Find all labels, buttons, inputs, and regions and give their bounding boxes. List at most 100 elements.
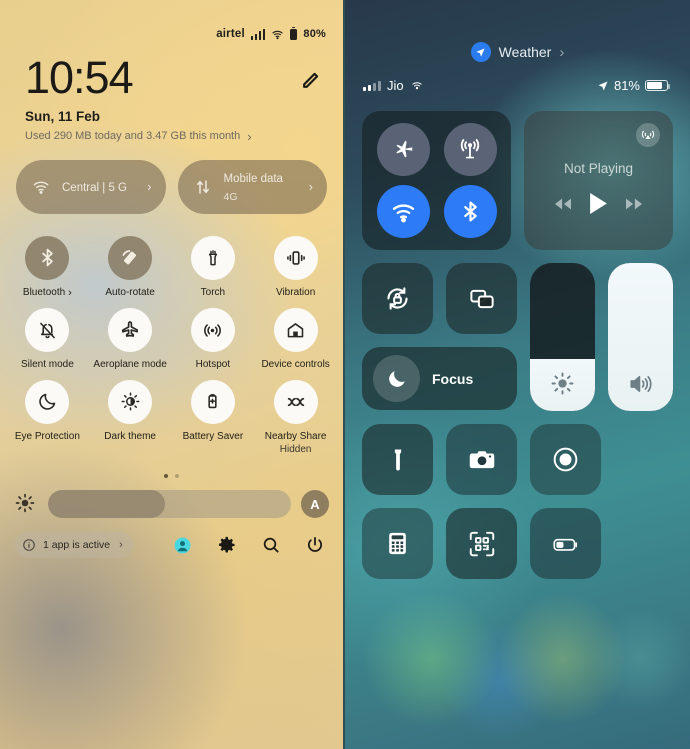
bluetooth-icon	[25, 235, 70, 280]
tile-label: Aeroplane mode	[93, 359, 167, 371]
brightness-icon	[530, 370, 595, 397]
tile-nearby-share[interactable]: Nearby Share Hidden	[254, 372, 337, 457]
data-usage-label: Used 290 MB today and 3.47 GB this month	[25, 130, 241, 143]
tile-label: Torch	[200, 286, 226, 298]
flashlight-button[interactable]	[362, 424, 433, 495]
weather-header[interactable]: Weather ›	[345, 0, 690, 62]
mobile-data-card[interactable]: Mobile data 4G ›	[177, 159, 327, 214]
wifi-icon	[411, 82, 422, 90]
middle-modules: Focus	[345, 250, 690, 411]
dark-theme-icon	[108, 379, 153, 424]
play-icon[interactable]	[589, 192, 608, 215]
tile-auto-rotate[interactable]: Auto-rotate	[89, 228, 172, 301]
auto-rotate-icon	[108, 235, 153, 280]
tile-device-controls[interactable]: Device controls	[254, 300, 337, 372]
tile-label: Vibration	[275, 286, 316, 298]
android-footer: 1 app is active ›	[0, 518, 343, 559]
android-quick-settings-panel: airtel 80% 10:54 Sun, 11 Feb Used 290 MB…	[0, 0, 345, 749]
settings-gear-icon[interactable]	[216, 535, 237, 556]
clock-row: 10:54	[0, 40, 343, 103]
rotation-lock-button[interactable]	[362, 263, 433, 334]
calculator-icon	[389, 532, 406, 555]
data-usage-row[interactable]: Used 290 MB today and 3.47 GB this month…	[0, 124, 343, 144]
power-icon[interactable]	[304, 535, 325, 556]
location-arrow-icon	[598, 81, 608, 90]
split-screenshot: airtel 80% 10:54 Sun, 11 Feb Used 290 MB…	[0, 0, 690, 749]
wifi-icon	[272, 30, 284, 39]
rotation-lock-icon	[387, 287, 408, 310]
location-arrow-icon	[470, 42, 491, 62]
qr-scanner-button[interactable]	[446, 508, 517, 579]
bell-off-icon	[25, 308, 70, 353]
date-label: Sun, 11 Feb	[25, 108, 101, 124]
low-power-mode-button[interactable]	[530, 508, 601, 579]
battery-icon	[645, 79, 671, 92]
active-apps-label: 1 app is active	[43, 539, 111, 552]
tile-sublabel: Hidden	[279, 444, 312, 456]
airplane-icon	[108, 308, 153, 353]
screen-record-button[interactable]	[530, 424, 601, 495]
airplay-icon[interactable]	[636, 123, 660, 147]
camera-icon	[469, 450, 494, 468]
tile-torch[interactable]: Torch	[172, 228, 255, 301]
vibration-icon	[273, 235, 318, 280]
wifi-connection-card[interactable]: Central | 5 G ›	[16, 159, 166, 214]
calculator-button[interactable]	[362, 508, 433, 579]
tile-row: Eye Protection Dark theme Battery Saver	[6, 372, 337, 457]
chevron-right-icon: ›	[559, 43, 565, 61]
focus-button[interactable]: Focus	[362, 347, 517, 410]
quick-setting-tiles: Bluetooth › Auto-rotate Torch Vibration …	[0, 214, 343, 457]
tile-vibration[interactable]: Vibration	[254, 228, 337, 301]
brightness-row: A	[0, 478, 343, 519]
tile-label: Device controls	[261, 359, 330, 371]
home-icon	[273, 308, 318, 353]
chevron-right-icon: ›	[308, 179, 313, 195]
cellular-data-button[interactable]	[443, 123, 497, 176]
auto-brightness-button[interactable]: A	[301, 490, 329, 519]
tile-hotspot[interactable]: Hotspot	[172, 300, 255, 372]
bottom-buttons	[345, 411, 690, 579]
fast-forward-icon[interactable]	[623, 196, 645, 212]
screen-mirroring-button[interactable]	[446, 263, 517, 334]
bluetooth-icon	[463, 201, 477, 222]
wifi-button[interactable]	[376, 185, 430, 238]
tile-silent-mode[interactable]: Silent mode	[6, 300, 89, 372]
clock-time: 10:54	[25, 52, 134, 103]
screen-record-icon	[553, 447, 578, 472]
brightness-icon	[14, 492, 38, 516]
tile-eye-protection[interactable]: Eye Protection	[6, 372, 89, 457]
user-avatar-icon[interactable]	[172, 535, 193, 556]
wifi-icon	[392, 203, 414, 222]
page-indicator	[0, 456, 343, 479]
brightness-slider[interactable]	[530, 263, 595, 411]
tile-aeroplane-mode[interactable]: Aeroplane mode	[89, 300, 172, 372]
battery-percent-label: 81%	[613, 78, 640, 93]
volume-slider[interactable]	[608, 263, 673, 411]
weather-label: Weather	[498, 44, 552, 60]
wifi-ssid-label: Central | 5 G	[62, 181, 127, 194]
ios-status-bar: Jio 81%	[345, 62, 690, 93]
tile-label: Auto-rotate	[105, 286, 155, 298]
active-apps-chip[interactable]: 1 app is active ›	[15, 532, 133, 559]
tile-dark-theme[interactable]: Dark theme	[89, 372, 172, 457]
qr-code-icon	[469, 531, 494, 556]
rewind-icon[interactable]	[552, 196, 574, 212]
ios-control-center: Weather › Jio 81% Not Playing Focus	[345, 0, 690, 749]
media-module: Not Playing	[524, 111, 673, 250]
screen-mirroring-icon	[469, 289, 494, 308]
tile-bluetooth[interactable]: Bluetooth ›	[6, 228, 89, 301]
edit-pencil-icon[interactable]	[297, 68, 323, 94]
mobile-data-icon	[192, 176, 214, 198]
signal-bars-icon	[250, 28, 266, 40]
airplane-mode-button[interactable]	[376, 123, 430, 176]
tile-label: Battery Saver	[182, 430, 244, 442]
brightness-slider[interactable]	[48, 490, 291, 519]
battery-saver-icon	[190, 379, 235, 424]
tile-label: Hotspot	[195, 359, 231, 371]
camera-button[interactable]	[446, 424, 517, 495]
tile-row: Silent mode Aeroplane mode Hotspot Devic…	[6, 300, 337, 372]
tile-battery-saver[interactable]: Battery Saver	[172, 372, 255, 457]
nearby-share-icon	[273, 379, 318, 424]
bluetooth-button[interactable]	[443, 185, 497, 238]
search-icon[interactable]	[260, 535, 281, 556]
